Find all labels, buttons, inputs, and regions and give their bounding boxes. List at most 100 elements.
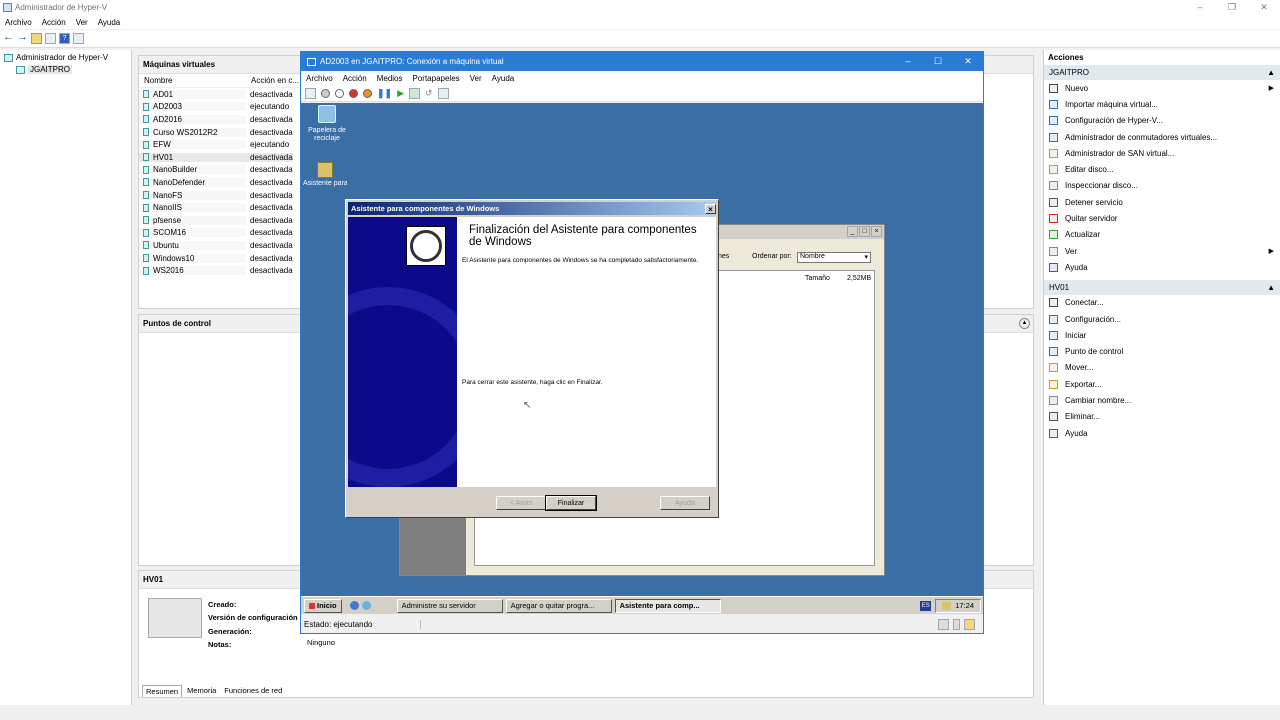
table-row[interactable]: WS2016 desactivada (139, 264, 299, 277)
action-item[interactable]: Administrador de SAN virtual... (1044, 145, 1280, 161)
folder-up-icon[interactable] (31, 33, 42, 44)
table-row[interactable]: NanoIIS desactivada (139, 201, 299, 214)
action-item[interactable]: Detener servicio (1044, 194, 1280, 210)
back-button[interactable]: < Atrás (496, 496, 546, 510)
ie-icon[interactable] (349, 601, 359, 610)
menu-ver[interactable]: Ver (71, 18, 93, 27)
action-item[interactable]: Ver ▶ (1044, 243, 1280, 259)
vm-icon (143, 90, 149, 99)
vm-menu-ayuda[interactable]: Ayuda (487, 74, 520, 83)
table-row[interactable]: HV01 desactivada (139, 151, 299, 164)
vm-close-button[interactable]: ✕ (953, 56, 983, 67)
vm-minimize-button[interactable]: – (893, 56, 923, 67)
help-icon[interactable]: ? (59, 33, 70, 44)
tab-resumen[interactable]: Resumen (142, 685, 183, 697)
shutdown-icon[interactable] (349, 88, 358, 98)
save-state-icon[interactable] (363, 88, 372, 98)
action-item[interactable]: Editar disco... (1044, 161, 1280, 177)
action-item[interactable]: Mover... (1044, 360, 1280, 376)
close-button[interactable]: ✕ (1248, 0, 1280, 15)
collapse-up-icon[interactable]: ▲ (1267, 68, 1275, 77)
menu-ayuda[interactable]: Ayuda (93, 18, 126, 27)
pause-icon[interactable]: ❚❚ (377, 88, 392, 99)
table-row[interactable]: AD2016 desactivada (139, 113, 299, 126)
sort-select[interactable]: Nombre ▾ (797, 252, 871, 263)
ctrl-alt-del-icon[interactable] (305, 87, 316, 99)
col-name[interactable]: Nombre (139, 76, 246, 85)
action-item[interactable]: Administrador de conmutadores virtuales.… (1044, 129, 1280, 145)
finish-button[interactable]: Finalizar (545, 495, 597, 511)
vm-menu-accion[interactable]: Acción (338, 74, 372, 83)
help-button[interactable]: Ayuda (660, 496, 710, 510)
action-item[interactable]: Punto de control (1044, 343, 1280, 359)
table-row[interactable]: EFW ejecutando (139, 138, 299, 151)
menu-accion[interactable]: Acción (37, 18, 71, 27)
tray-icon[interactable] (942, 601, 952, 610)
show-action-pane-icon[interactable] (73, 33, 84, 44)
table-row[interactable]: NanoFS desactivada (139, 189, 299, 202)
desktop-icon[interactable] (361, 601, 371, 610)
action-item[interactable]: Actualizar (1044, 227, 1280, 243)
vm-menu-archivo[interactable]: Archivo (301, 74, 338, 83)
back-arrow-icon[interactable]: ← (3, 32, 14, 44)
start-button[interactable]: Inicio (304, 598, 342, 613)
table-row[interactable]: AD2003 ejecutando (139, 101, 299, 114)
tree-server[interactable]: JGAITPRO (16, 64, 131, 75)
recycle-bin-shortcut[interactable]: Papelera de reciclaje (304, 105, 350, 143)
action-item[interactable]: Exportar... (1044, 376, 1280, 392)
play-icon[interactable]: ▶ (397, 88, 404, 99)
table-row[interactable]: AD01 desactivada (139, 88, 299, 101)
tree-root[interactable]: Administrador de Hyper-V (4, 52, 131, 63)
action-item[interactable]: Configuración de Hyper-V... (1044, 113, 1280, 129)
vm-name-cell: NanoBuilder (139, 165, 246, 175)
actions-group-server[interactable]: JGAITPRO ▲ (1044, 65, 1280, 80)
table-row[interactable]: Ubuntu desactivada (139, 239, 299, 252)
action-item[interactable]: Nuevo ▶ (1044, 80, 1280, 96)
task-administre[interactable]: Administre su servidor (396, 598, 503, 613)
tab-funciones-red[interactable]: Funciones de red (221, 685, 285, 697)
task-agregar[interactable]: Agregar o quitar progra... (505, 598, 612, 613)
turn-off-icon[interactable] (335, 88, 344, 98)
table-row[interactable]: NanoBuilder desactivada (139, 164, 299, 177)
bg-minimize-button[interactable]: _ (847, 226, 858, 237)
restore-button[interactable]: ❐ (1216, 0, 1248, 15)
table-row[interactable]: SCOM16 desactivada (139, 227, 299, 240)
language-indicator[interactable]: ES (920, 600, 932, 611)
actions-group-vm[interactable]: HV01 ▲ (1044, 279, 1280, 295)
action-item[interactable]: Importar máquina virtual... (1044, 96, 1280, 112)
table-row[interactable]: Curso WS2012R2 desactivada (139, 126, 299, 139)
enhanced-session-icon[interactable] (437, 87, 449, 99)
action-item[interactable]: Ayuda (1044, 259, 1280, 275)
config-wizard-shortcut[interactable]: Asistente para configuració... (303, 162, 347, 188)
menu-archivo[interactable]: Archivo (0, 18, 37, 27)
action-item[interactable]: Ayuda (1044, 425, 1280, 441)
table-row[interactable]: NanoDefender desactivada (139, 176, 299, 189)
action-item[interactable]: Cambiar nombre... (1044, 392, 1280, 408)
revert-icon[interactable]: ↺ (425, 88, 433, 99)
collapse-icon[interactable]: ▲ (1019, 318, 1030, 329)
action-item[interactable]: Configuración... (1044, 311, 1280, 327)
start-icon[interactable] (321, 88, 330, 98)
show-tree-icon[interactable] (45, 33, 56, 44)
action-item[interactable]: Inspeccionar disco... (1044, 178, 1280, 194)
action-item[interactable]: Quitar servidor (1044, 210, 1280, 226)
forward-arrow-icon[interactable]: → (17, 32, 28, 44)
vm-maximize-button[interactable]: ☐ (923, 56, 953, 67)
minimize-button[interactable]: – (1184, 0, 1216, 15)
wizard-close-button[interactable]: × (705, 203, 716, 214)
col-state[interactable]: Acción en c... (246, 76, 299, 85)
tab-memoria[interactable]: Memoria (184, 685, 219, 697)
vm-menu-ver[interactable]: Ver (465, 74, 487, 83)
bg-maximize-button[interactable]: □ (859, 226, 870, 237)
action-item[interactable]: Iniciar (1044, 327, 1280, 343)
table-row[interactable]: Windows10 desactivada (139, 252, 299, 265)
action-item[interactable]: Conectar... (1044, 295, 1280, 311)
action-item[interactable]: Eliminar... (1044, 409, 1280, 425)
vm-menu-portapapeles[interactable]: Portapapeles (408, 74, 465, 83)
checkpoint-icon[interactable] (409, 87, 421, 99)
bg-close-button[interactable]: × (871, 226, 882, 237)
table-row[interactable]: pfsense desactivada (139, 214, 299, 227)
vm-menu-medios[interactable]: Medios (372, 74, 408, 83)
collapse-up-icon[interactable]: ▲ (1267, 283, 1275, 292)
task-asistente[interactable]: Asistente para comp... (614, 598, 721, 613)
